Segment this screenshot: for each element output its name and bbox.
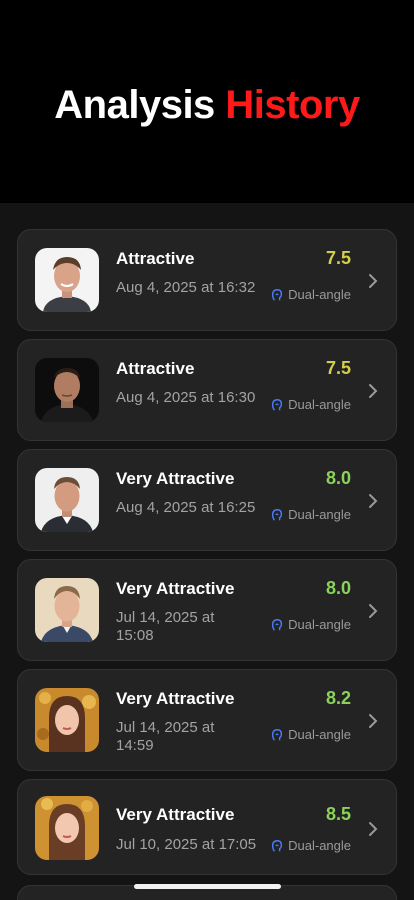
score-value: 7.5 — [325, 248, 351, 268]
face-scan-icon — [272, 398, 283, 411]
score-value: 7.5 — [325, 358, 351, 378]
history-item[interactable]: Attractive Aug 4, 2025 at 16:30 7.5 Dual… — [17, 339, 397, 441]
rating-label: Very Attractive — [116, 689, 235, 708]
analysis-date: Jul 14, 2025 at 14:59 — [116, 719, 215, 754]
avatar — [35, 468, 99, 532]
rating-label: Very Attractive — [116, 805, 235, 824]
page-header: Analysis History — [0, 0, 414, 203]
mode-badge: Dual-angle — [270, 287, 351, 302]
avatar — [35, 688, 99, 752]
chevron-right-icon[interactable] — [368, 273, 378, 289]
chevron-right-icon[interactable] — [368, 493, 378, 509]
score-value: 8.2 — [325, 688, 351, 708]
score-value: 8.0 — [325, 578, 351, 598]
title-part-red: History — [225, 83, 360, 127]
face-photo-icon — [35, 688, 99, 752]
face-scan-icon — [272, 839, 283, 852]
face-scan-icon — [272, 288, 283, 301]
analysis-date: Jul 14, 2025 at 15:08 — [116, 609, 215, 644]
avatar — [35, 578, 99, 642]
mode-badge: Dual-angle — [270, 397, 351, 412]
history-item[interactable]: Very Attractive Aug 4, 2025 at 16:25 8.0… — [17, 449, 397, 551]
mode-badge: Dual-angle — [270, 727, 351, 742]
mode-badge: Dual-angle — [270, 507, 351, 522]
face-photo-icon — [35, 248, 99, 312]
rating-label: Very Attractive — [116, 579, 235, 598]
history-list[interactable]: Attractive Aug 4, 2025 at 16:32 7.5 Dual… — [0, 203, 414, 900]
analysis-date: Jul 10, 2025 at 17:05 — [116, 836, 257, 853]
analysis-date: Aug 4, 2025 at 16:30 — [116, 389, 256, 406]
face-photo-icon — [35, 796, 99, 860]
mode-badge: Dual-angle — [270, 617, 351, 632]
analysis-date: Aug 4, 2025 at 16:32 — [116, 279, 256, 296]
face-photo-icon — [35, 578, 99, 642]
history-item[interactable]: Very Attractive Jul 14, 2025 at 14:59 8.… — [17, 669, 397, 771]
face-scan-icon — [272, 508, 283, 521]
avatar — [35, 358, 99, 422]
rating-label: Very Attractive — [116, 469, 235, 488]
mode-label: Dual-angle — [288, 838, 351, 853]
chevron-right-icon[interactable] — [368, 603, 378, 619]
mode-label: Dual-angle — [288, 507, 351, 522]
face-scan-icon — [272, 728, 283, 741]
mode-badge: Dual-angle — [270, 838, 351, 853]
avatar — [35, 796, 99, 860]
mode-label: Dual-angle — [288, 397, 351, 412]
score-value: 8.5 — [325, 804, 351, 824]
analysis-date: Aug 4, 2025 at 16:25 — [116, 499, 256, 516]
history-item[interactable]: Attractive Aug 4, 2025 at 16:32 7.5 Dual… — [17, 229, 397, 331]
home-indicator[interactable] — [134, 884, 281, 889]
face-photo-icon — [35, 468, 99, 532]
history-item[interactable]: Very Attractive Jul 10, 2025 at 17:05 8.… — [17, 779, 397, 875]
page-title: Analysis History — [54, 75, 360, 128]
chevron-right-icon[interactable] — [368, 713, 378, 729]
face-photo-icon — [35, 358, 99, 422]
chevron-right-icon[interactable] — [368, 383, 378, 399]
history-item[interactable]: Very Attractive Jul 14, 2025 at 15:08 8.… — [17, 559, 397, 661]
mode-label: Dual-angle — [288, 727, 351, 742]
chevron-right-icon[interactable] — [368, 821, 378, 837]
mode-label: Dual-angle — [288, 287, 351, 302]
face-scan-icon — [272, 618, 283, 631]
rating-label: Attractive — [116, 249, 195, 268]
mode-label: Dual-angle — [288, 617, 351, 632]
title-part-white: Analysis — [54, 83, 215, 127]
avatar — [35, 248, 99, 312]
score-value: 8.0 — [325, 468, 351, 488]
rating-label: Attractive — [116, 359, 195, 378]
